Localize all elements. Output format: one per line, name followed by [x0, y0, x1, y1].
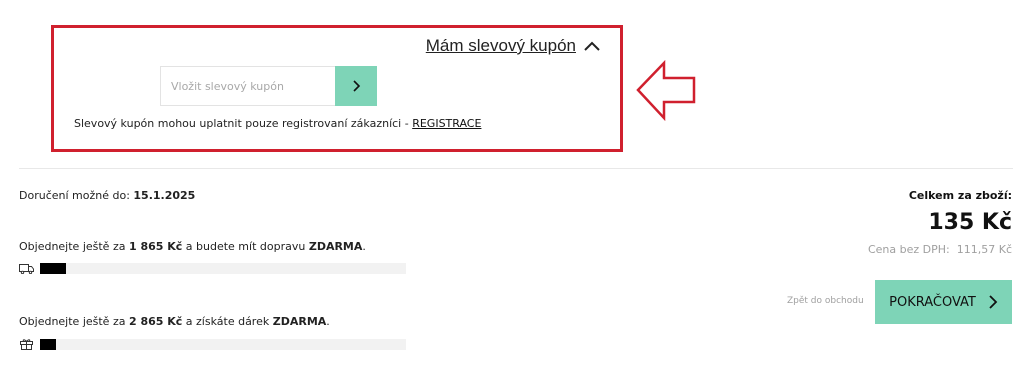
free-gift-amount: 2 865 Kč — [128, 315, 183, 328]
free-gift-progress-bar — [40, 338, 406, 350]
free-shipping-progress-bar — [40, 263, 406, 274]
back-to-shop-link[interactable]: Zpět do obchodu — [787, 296, 864, 306]
free-shipping-progress — [19, 263, 406, 274]
delivery-label: Doručení možné do: — [19, 189, 134, 202]
summary-label: Celkem za zboží: — [908, 189, 1012, 202]
free-gift-progress-fill — [40, 338, 57, 350]
price-without-vat: Cena bez DPH: 111,57 Kč — [868, 243, 1012, 256]
coupon-toggle[interactable]: Mám slevový kupón — [426, 36, 600, 56]
vat-label: Cena bez DPH: — [867, 243, 950, 256]
delivery-date: Doručení možné do: 15.1.2025 — [19, 189, 195, 202]
delivery-date-value: 15.1.2025 — [133, 189, 196, 202]
free-gift-reward: ZDARMA — [272, 315, 327, 328]
vat-value: 111,57 Kč — [956, 243, 1012, 256]
chevron-up-icon[interactable] — [584, 40, 600, 52]
coupon-input[interactable] — [160, 66, 335, 106]
coupon-submit-button[interactable] — [335, 66, 377, 106]
order-summary: Celkem za zboží: 135 Kč Cena bez DPH: 11… — [868, 189, 1012, 256]
gift-icon — [20, 339, 33, 350]
coupon-note: Slevový kupón mohou uplatnit pouze regis… — [74, 117, 481, 130]
free-shipping-amount: 1 865 Kč — [128, 240, 183, 253]
continue-button[interactable]: POKRAČOVAT — [875, 280, 1012, 324]
continue-label: POKRAČOVAT — [889, 294, 976, 310]
chevron-right-icon — [353, 80, 361, 92]
arrow-left-icon — [636, 60, 696, 122]
coupon-toggle-label[interactable]: Mám slevový kupón — [426, 36, 576, 56]
coupon-note-text: Slevový kupón mohou uplatnit pouze regis… — [74, 117, 413, 130]
free-gift-text: Objednejte ještě za 2 865 Kč a získáte d… — [19, 315, 330, 328]
total-price: 135 Kč — [928, 210, 1012, 235]
free-shipping-text: Objednejte ještě za 1 865 Kč a budete mí… — [19, 240, 366, 253]
free-gift-progress — [19, 338, 406, 350]
free-shipping-progress-fill — [40, 263, 66, 274]
truck-icon — [19, 264, 34, 274]
coupon-section: Mám slevový kupón Slevový kupón mohou up… — [51, 25, 623, 152]
registration-link[interactable]: REGISTRACE — [412, 117, 481, 130]
chevron-right-icon — [989, 295, 998, 309]
divider — [19, 168, 1013, 169]
free-shipping-reward: ZDARMA — [308, 240, 363, 253]
coupon-form — [160, 66, 377, 106]
